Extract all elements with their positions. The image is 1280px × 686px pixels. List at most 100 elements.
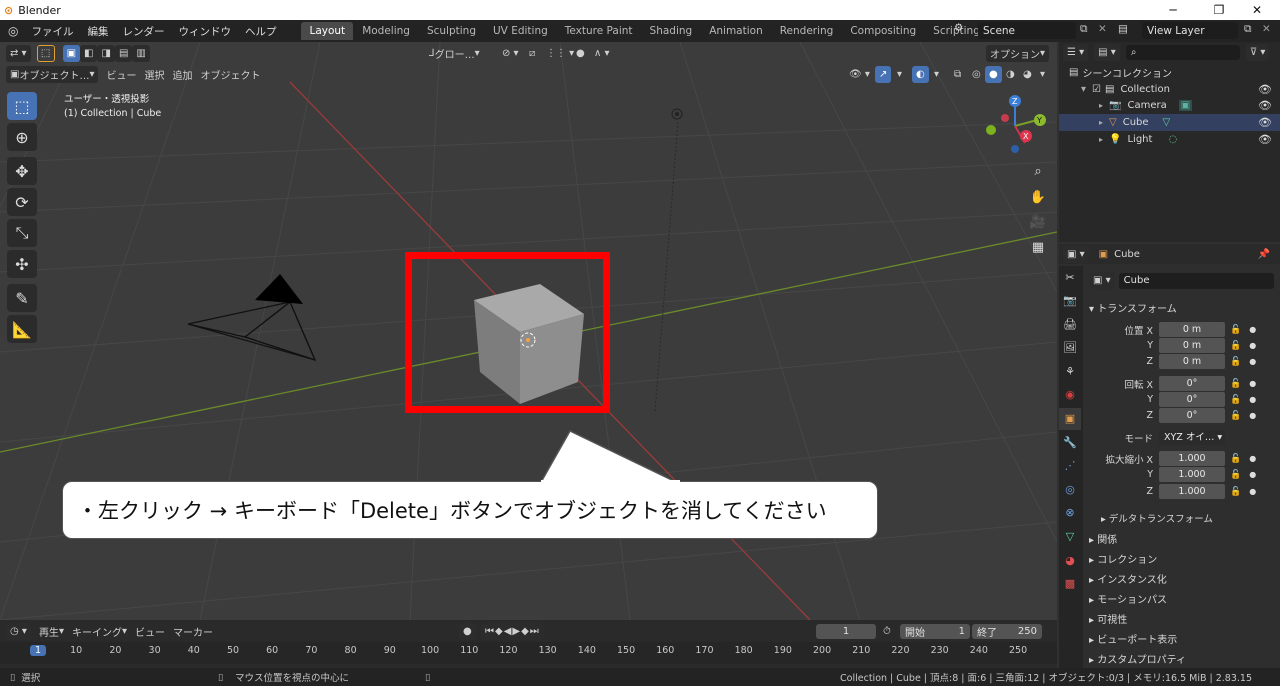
render-tab-icon[interactable]: 📷 (1059, 290, 1081, 312)
filter-dropdown[interactable]: ⊽ ▾ (1245, 43, 1270, 61)
lock-icon[interactable]: 🔓 (1230, 357, 1241, 367)
menu-render[interactable]: レンダー (115, 24, 171, 39)
pivot-point-dropdown[interactable]: ⊘ ▾ (498, 45, 523, 62)
rotate-tool-icon[interactable]: ⟳ (7, 188, 37, 216)
shading-rendered-icon[interactable]: ◕ (1019, 66, 1036, 83)
custom-properties-section[interactable]: ▸ カスタムプロパティ (1089, 651, 1186, 666)
keyframe-dot-icon[interactable]: ● (1249, 357, 1256, 366)
location-z-field[interactable]: 0 m (1159, 354, 1225, 369)
select-mode-extend-icon[interactable]: ◧ (80, 44, 98, 62)
scene-field[interactable]: Scene (978, 22, 1076, 39)
pan-hand-icon[interactable]: ✋ (1026, 185, 1050, 209)
lock-icon[interactable]: 🔓 (1230, 395, 1241, 405)
lock-icon[interactable]: 🔓 (1230, 325, 1241, 335)
menu-view[interactable]: ビュー (102, 66, 140, 83)
display-mode-dropdown[interactable]: ▤ ▾ (1094, 43, 1120, 61)
close-button[interactable]: ✕ (1234, 0, 1280, 20)
object-datablock-browse[interactable]: ▣ ▾ (1089, 272, 1115, 289)
menu-playback[interactable]: 再生 ▾ (35, 623, 68, 640)
move-tool-icon[interactable]: ✥ (7, 157, 37, 185)
timeline-editor-type[interactable]: ◷ ▾ (6, 622, 31, 640)
physics-tab-icon[interactable]: ◎ (1059, 478, 1081, 500)
tab-rendering[interactable]: Rendering (772, 22, 842, 40)
tab-modeling[interactable]: Modeling (354, 22, 418, 40)
modifier-tab-icon[interactable]: 🔧 (1059, 431, 1081, 453)
shading-solid-icon[interactable]: ● (985, 65, 1002, 83)
properties-editor-type[interactable]: ▣ ▾ (1063, 245, 1089, 263)
perspective-grid-icon[interactable]: ▦ (1026, 235, 1050, 259)
select-mode-subtract-icon[interactable]: ◨ (97, 44, 115, 62)
scene-icon[interactable]: ⚙ (954, 22, 963, 34)
annotate-tool-icon[interactable]: ✎ (7, 284, 37, 312)
lock-icon[interactable]: 🔓 (1230, 487, 1241, 497)
scene-tab-icon[interactable]: ⚘ (1059, 360, 1081, 382)
gizmo-z-label[interactable]: Z (1012, 97, 1018, 106)
pin-icon[interactable]: 📌 (1258, 249, 1270, 260)
snap-toggle-icon[interactable]: ⧄ (525, 45, 539, 62)
end-frame-field[interactable]: 終了 250 (972, 623, 1042, 639)
scale-z-field[interactable]: 1.000 (1159, 484, 1225, 499)
mode-dropdown[interactable]: ▣ オブジェクト… ▾ (6, 65, 99, 83)
keyframe-dot-icon[interactable]: ● (1249, 395, 1256, 404)
keyframe-dot-icon[interactable]: ● (1249, 487, 1256, 496)
instancing-section[interactable]: ▸ インスタンス化 (1089, 571, 1167, 586)
gizmo-dropdown[interactable]: ▾ (893, 66, 906, 83)
transform-orientation-dropdown[interactable]: ⅃ グロー… ▾ (425, 45, 484, 62)
keyframe-dot-icon[interactable]: ● (1249, 325, 1256, 334)
blender-menu-icon[interactable]: ◎ (8, 24, 18, 38)
playback-controls[interactable]: ⏮◆◀▶◆⏭ (481, 622, 544, 640)
lock-icon[interactable]: 🔓 (1230, 454, 1241, 464)
rotation-x-field[interactable]: 0° (1159, 376, 1225, 391)
new-view-layer-icon[interactable]: ⧉ (1244, 23, 1252, 36)
checkbox-icon[interactable]: ☑ (1092, 84, 1101, 95)
select-mode-intersect-icon[interactable]: ▥ (132, 44, 150, 62)
measure-tool-icon[interactable]: 📐 (7, 315, 37, 343)
gizmo-toggle-icon[interactable]: ↗ (875, 65, 892, 83)
lock-icon[interactable]: 🔓 (1230, 341, 1241, 351)
transform-section-header[interactable]: ▾ トランスフォーム (1089, 300, 1177, 315)
data-tab-icon[interactable]: ▽ (1059, 526, 1081, 548)
lock-icon[interactable]: 🔓 (1230, 411, 1241, 421)
frame-ruler[interactable]: 1 10 20 30 40 50 60 70 80 90 100 110 120 130 140 150 160… (0, 642, 1057, 664)
lock-icon[interactable]: 🔓 (1230, 379, 1241, 389)
outliner-scene-collection[interactable]: ▤ シーンコレクション (1059, 64, 1280, 81)
object-name-field[interactable]: Cube (1118, 272, 1274, 289)
select-mode-new-icon[interactable]: ▣ (62, 44, 81, 62)
lock-icon[interactable]: 🔓 (1230, 470, 1241, 480)
outliner-item-light[interactable]: ▸ 💡 Light ◌ 👁 (1059, 131, 1280, 148)
menu-marker[interactable]: マーカー (169, 623, 217, 640)
outliner-item-collection[interactable]: ▾ ☑ ▤ Collection 👁 (1059, 81, 1280, 98)
tool-tab-icon[interactable]: ✂ (1059, 266, 1081, 288)
tab-sculpting[interactable]: Sculpting (419, 22, 484, 40)
xray-toggle-icon[interactable]: ⧉ (950, 66, 965, 83)
current-frame-field[interactable]: 1 (816, 623, 876, 639)
options-dropdown[interactable]: オプション ▾ (986, 44, 1050, 62)
visibility-eye-icon[interactable]: 👁 (1258, 83, 1272, 96)
delete-scene-icon[interactable]: ✕ (1098, 23, 1107, 35)
rotation-mode-dropdown[interactable]: XYZ オイ… ▾ (1159, 430, 1225, 445)
motion-paths-section[interactable]: ▸ モーションパス (1089, 591, 1167, 606)
zoom-icon[interactable]: ⌕ (1026, 159, 1050, 183)
scale-y-field[interactable]: 1.000 (1159, 467, 1225, 482)
menu-keying[interactable]: キーイング ▾ (68, 623, 131, 640)
view-layer-field[interactable]: View Layer (1142, 22, 1238, 39)
output-tab-icon[interactable]: 🖨 (1059, 313, 1081, 335)
tab-layout[interactable]: Layout (301, 22, 354, 40)
shading-wireframe-icon[interactable]: ◎ (968, 66, 985, 83)
keyframe-dot-icon[interactable]: ● (1249, 454, 1256, 463)
mesh-data-icon[interactable]: ▽ (1163, 117, 1171, 128)
visibility-eye-icon[interactable]: 👁 (1258, 116, 1272, 129)
expand-arrow-icon[interactable]: ▸ (1099, 101, 1103, 110)
gizmo-x-label[interactable]: X (1023, 132, 1029, 141)
shading-material-icon[interactable]: ◑ (1002, 66, 1019, 83)
texture-tab-icon[interactable]: ▩ (1059, 573, 1081, 595)
expand-arrow-icon[interactable]: ▾ (1081, 84, 1086, 95)
outliner-item-cube[interactable]: ▸ ▽ Cube ▽ 👁 (1059, 114, 1280, 131)
menu-object[interactable]: オブジェクト (196, 66, 264, 83)
tab-uv-editing[interactable]: UV Editing (485, 22, 556, 40)
view-layer-tab-icon[interactable]: 🖼 (1059, 337, 1081, 359)
rotation-z-field[interactable]: 0° (1159, 408, 1225, 423)
keyframe-dot-icon[interactable]: ● (1249, 341, 1256, 350)
delta-transform-header[interactable]: ▸ デルタトランスフォーム (1101, 511, 1213, 525)
start-frame-field[interactable]: 開始 1 (900, 623, 970, 639)
